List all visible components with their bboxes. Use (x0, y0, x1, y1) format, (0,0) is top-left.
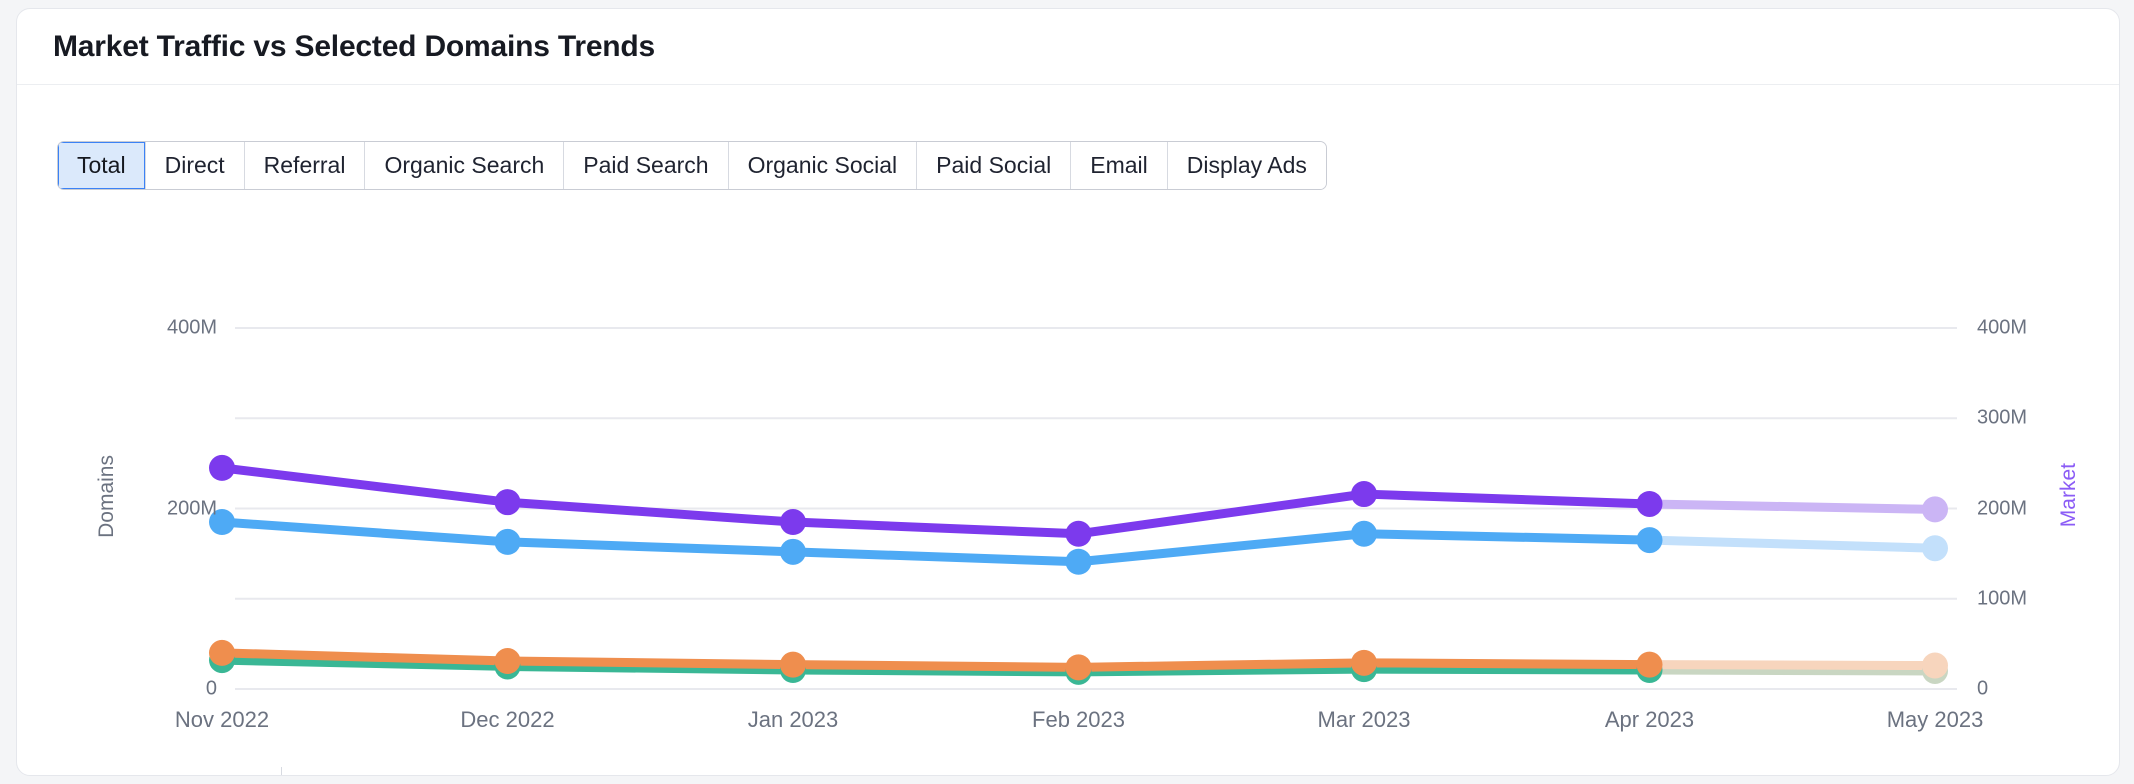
x-axis-tick: Jan 2023 (747, 707, 839, 732)
y-axis-right-tick: 0 (1977, 677, 1989, 700)
series-forecast-line-puma-com (1645, 665, 1940, 676)
market-traffic-card: Market Traffic vs Selected Domains Trend… (16, 8, 2120, 776)
x-axis-tick: Apr 2023 (1604, 707, 1695, 732)
data-point-marker[interactable] (494, 648, 521, 675)
y-axis-left-tick: 200M (166, 497, 217, 519)
card-header: Market Traffic vs Selected Domains Trend… (17, 9, 2119, 85)
x-axis-tick: May 2023 (1886, 707, 1984, 732)
data-point-marker[interactable] (780, 538, 806, 565)
data-point-marker[interactable] (1351, 520, 1377, 547)
y-axis-left-tick: 0 (205, 677, 217, 700)
series-line-Market Traffic (217, 463, 1654, 539)
legend-item-market-traffic[interactable]: Market Traffic (59, 772, 253, 776)
data-point-marker[interactable] (1636, 527, 1663, 554)
legend-label: Market Traffic (90, 772, 253, 776)
legend-label: puma.com (498, 772, 615, 776)
x-axis-tick: Nov 2022 (174, 707, 270, 732)
data-point-marker[interactable] (1922, 496, 1948, 523)
chart-legend: Market Traffic nike.com puma.com adidas.co… (59, 767, 826, 776)
data-point-marker[interactable] (1636, 651, 1663, 678)
data-point-marker[interactable] (209, 639, 235, 666)
card-body: Total Direct Referral Organic Search Paid Se… (17, 85, 2119, 775)
legend-domain-items: nike.com puma.com adidas.com (310, 772, 826, 776)
data-point-marker[interactable] (1922, 652, 1948, 679)
data-point-marker[interactable] (1922, 535, 1948, 562)
series-forecast-line-Market Traffic (1645, 499, 1940, 514)
series-forecast-line-nike-com (1645, 535, 1940, 553)
chart-area: 400M 200M 0 400M 300M 200M 100M 0 Nov 2022 Dec 20… (17, 85, 2119, 775)
y-axis-right-tick: 300M (1977, 406, 2028, 429)
data-point-marker[interactable] (1351, 649, 1377, 676)
data-point-marker[interactable] (1065, 520, 1092, 547)
trend-line-chart[interactable] (17, 85, 2120, 775)
data-point-marker[interactable] (209, 454, 235, 481)
x-axis-tick: Mar 2023 (1317, 707, 1411, 732)
data-point-marker[interactable] (1065, 654, 1092, 681)
x-axis-tick: Dec 2022 (460, 707, 555, 732)
legend-item-nike-com[interactable]: nike.com (310, 772, 441, 776)
y-axis-right-title: Market (2057, 463, 2080, 528)
page-title: Market Traffic vs Selected Domains Trend… (53, 29, 656, 63)
y-axis-right-tick: 200M (1977, 497, 2028, 519)
data-point-marker[interactable] (1065, 548, 1092, 575)
series-forecast-line-adidas-com (1645, 660, 1940, 671)
y-axis-left-tick: 400M (166, 316, 217, 339)
y-axis-right-tick: 400M (1977, 316, 2028, 339)
legend-item-adidas-com[interactable]: adidas.com (640, 772, 799, 776)
data-point-marker[interactable] (1351, 481, 1377, 508)
y-axis-left-title: Domains (95, 455, 118, 538)
data-point-marker[interactable] (1636, 490, 1663, 517)
y-axis-right-tick: 100M (1977, 587, 2028, 610)
legend-item-puma-com[interactable]: puma.com (467, 772, 615, 776)
data-point-marker[interactable] (494, 528, 521, 555)
legend-label: adidas.com (671, 772, 799, 776)
data-point-marker[interactable] (780, 509, 806, 536)
data-point-marker[interactable] (780, 651, 806, 678)
legend-divider (280, 767, 282, 775)
x-axis-tick: Feb 2023 (1032, 707, 1125, 732)
data-point-marker[interactable] (494, 489, 521, 516)
legend-label: nike.com (341, 772, 441, 776)
